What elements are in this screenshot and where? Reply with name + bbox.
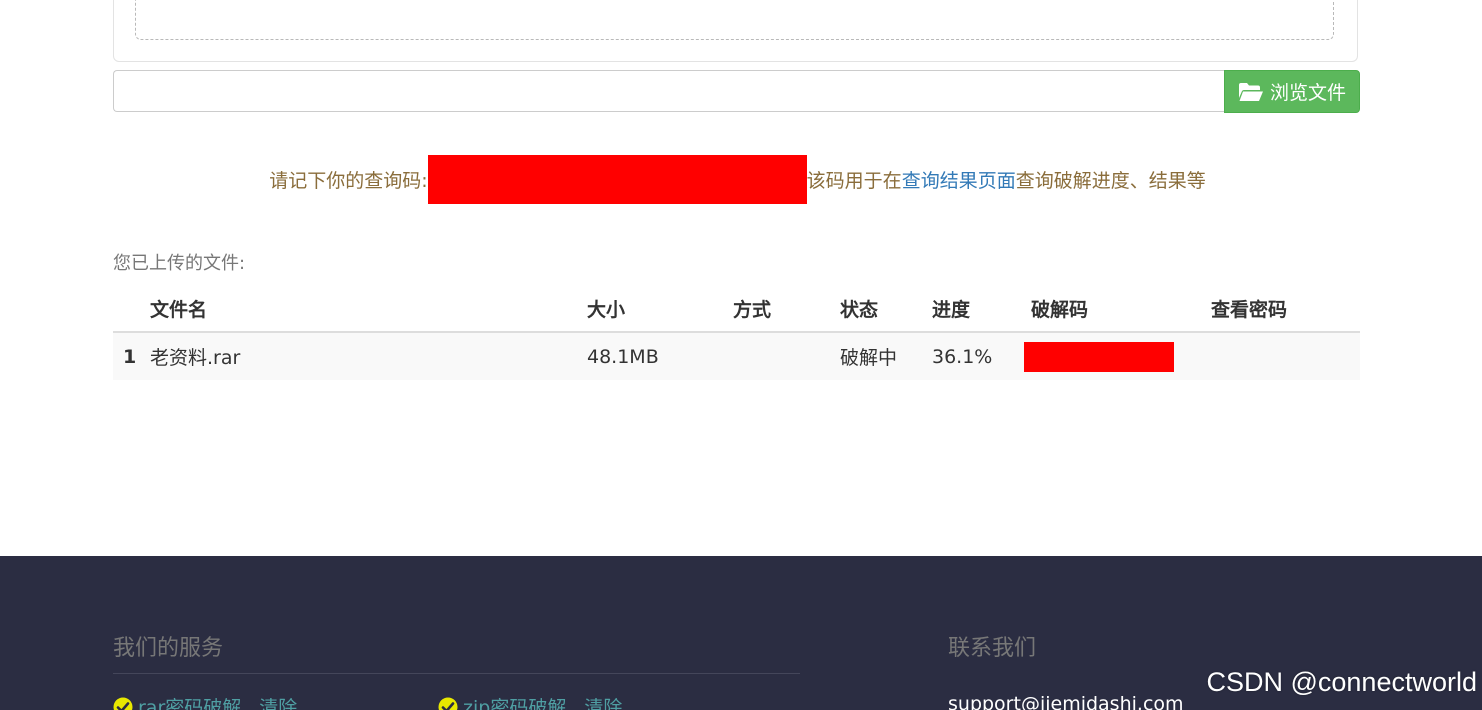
- query-code-notice: 请记下你的查询码: [redacted] 该码用于在 查询结果页面 查询破解进度…: [0, 155, 1482, 204]
- services-heading: 我们的服务: [113, 636, 224, 661]
- service-link-zip[interactable]: zip密码破解: [463, 693, 566, 710]
- row-crack-code-cell: [redacted]: [1024, 332, 1211, 380]
- service-clear-rar[interactable]: 清除: [259, 693, 297, 710]
- row-filename: 老资料.rar: [150, 347, 241, 369]
- header-method: 方式: [733, 285, 840, 333]
- folder-open-icon: [1238, 82, 1263, 101]
- header-progress: 进度: [932, 285, 1031, 333]
- query-suffix: 查询破解进度、结果等: [1015, 170, 1206, 192]
- header-size: 大小: [587, 285, 733, 333]
- table-header-row: 文件名 大小 方式 状态 进度 破解码 查看密码: [113, 285, 1360, 333]
- row-size: 48.1MB: [587, 345, 659, 368]
- row-status: 破解中: [840, 347, 898, 369]
- row-index: 1: [123, 345, 137, 368]
- query-result-page-link[interactable]: 查询结果页面: [902, 166, 1016, 193]
- contact-email[interactable]: support@jiemidashi.com: [948, 693, 1184, 710]
- header-status: 状态: [840, 285, 932, 333]
- check-circle-icon: [438, 697, 458, 710]
- csdn-watermark: CSDN @connectworld: [1206, 667, 1477, 697]
- row-crack-code-redacted: [redacted]: [1024, 341, 1174, 372]
- browse-files-button[interactable]: 浏览文件: [1224, 70, 1360, 113]
- header-crack-code: 破解码: [1031, 285, 1211, 333]
- file-drop-zone[interactable]: [135, 0, 1334, 40]
- footer-divider: [113, 673, 800, 674]
- header-view-password: 查看密码: [1211, 285, 1360, 333]
- table-row: 1 老资料.rar 48.1MB 破解中 36.1% [redacted]: [113, 332, 1360, 380]
- uploaded-files-table: 文件名 大小 方式 状态 进度 破解码 查看密码 1 老资料.rar 48.1M…: [113, 285, 1360, 380]
- browse-files-label: 浏览文件: [1269, 82, 1346, 104]
- row-progress: 36.1%: [932, 345, 993, 368]
- page: 浏览文件 请记下你的查询码: [redacted] 该码用于在 查询结果页面 查…: [0, 0, 1482, 710]
- service-link-rar[interactable]: rar密码破解: [138, 693, 241, 710]
- query-prefix: 请记下你的查询码:: [269, 170, 428, 192]
- service-item-rar: rar密码破解 清除: [113, 693, 297, 710]
- row-view-password[interactable]: [1211, 332, 1360, 380]
- header-index: [113, 285, 150, 333]
- service-clear-zip[interactable]: 清除: [584, 693, 622, 710]
- row-method: [733, 332, 840, 380]
- query-middle: 该码用于在: [806, 170, 902, 192]
- upload-panel: [113, 0, 1358, 62]
- header-filename: 文件名: [150, 285, 587, 333]
- file-path-input[interactable]: [113, 70, 1226, 112]
- contact-heading: 联系我们: [948, 636, 1037, 661]
- uploaded-files-title: 您已上传的文件:: [113, 253, 246, 274]
- check-circle-icon: [113, 697, 133, 710]
- service-item-zip: zip密码破解 清除: [438, 693, 622, 710]
- query-code-redacted: [redacted]: [427, 155, 807, 204]
